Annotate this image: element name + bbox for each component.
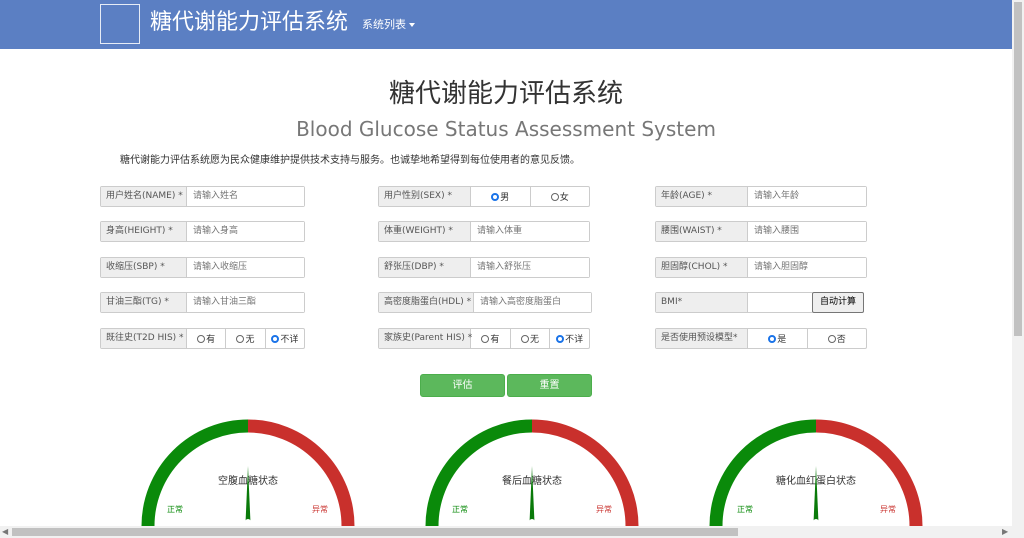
gauge-area: 空腹血糖状态 正常 异常 餐后血糖状态 正常 异常 糖化血红蛋白状态 正常 异常 <box>141 419 923 526</box>
gauge-hba1c: 糖化血红蛋白状态 正常 异常 <box>709 419 923 526</box>
vertical-scrollbar[interactable] <box>1012 0 1024 526</box>
gauge-abnormal-label: 异常 <box>880 505 896 514</box>
gauge-needle <box>813 466 819 523</box>
gauge-pivot <box>529 519 535 525</box>
gauge-postprandial: 餐后血糖状态 正常 异常 <box>425 419 639 526</box>
scroll-right-arrow-icon[interactable]: ▶ <box>1002 527 1008 536</box>
vertical-scrollbar-thumb[interactable] <box>1014 2 1022 336</box>
horizontal-scrollbar-thumb[interactable] <box>12 528 738 536</box>
gauge-abnormal-label: 异常 <box>312 505 328 514</box>
scroll-left-arrow-icon[interactable]: ◀ <box>2 527 8 536</box>
gauge-needle <box>529 466 535 523</box>
gauge-abnormal-label: 异常 <box>596 505 612 514</box>
gauge-normal-label: 正常 <box>452 505 468 514</box>
gauge-normal-label: 正常 <box>737 505 753 514</box>
gauge-needle <box>245 466 251 523</box>
gauge-fasting: 空腹血糖状态 正常 异常 <box>141 419 355 526</box>
gauge-pivot <box>245 519 251 525</box>
gauge-normal-label: 正常 <box>167 505 183 514</box>
gauge-pivot <box>813 519 819 525</box>
